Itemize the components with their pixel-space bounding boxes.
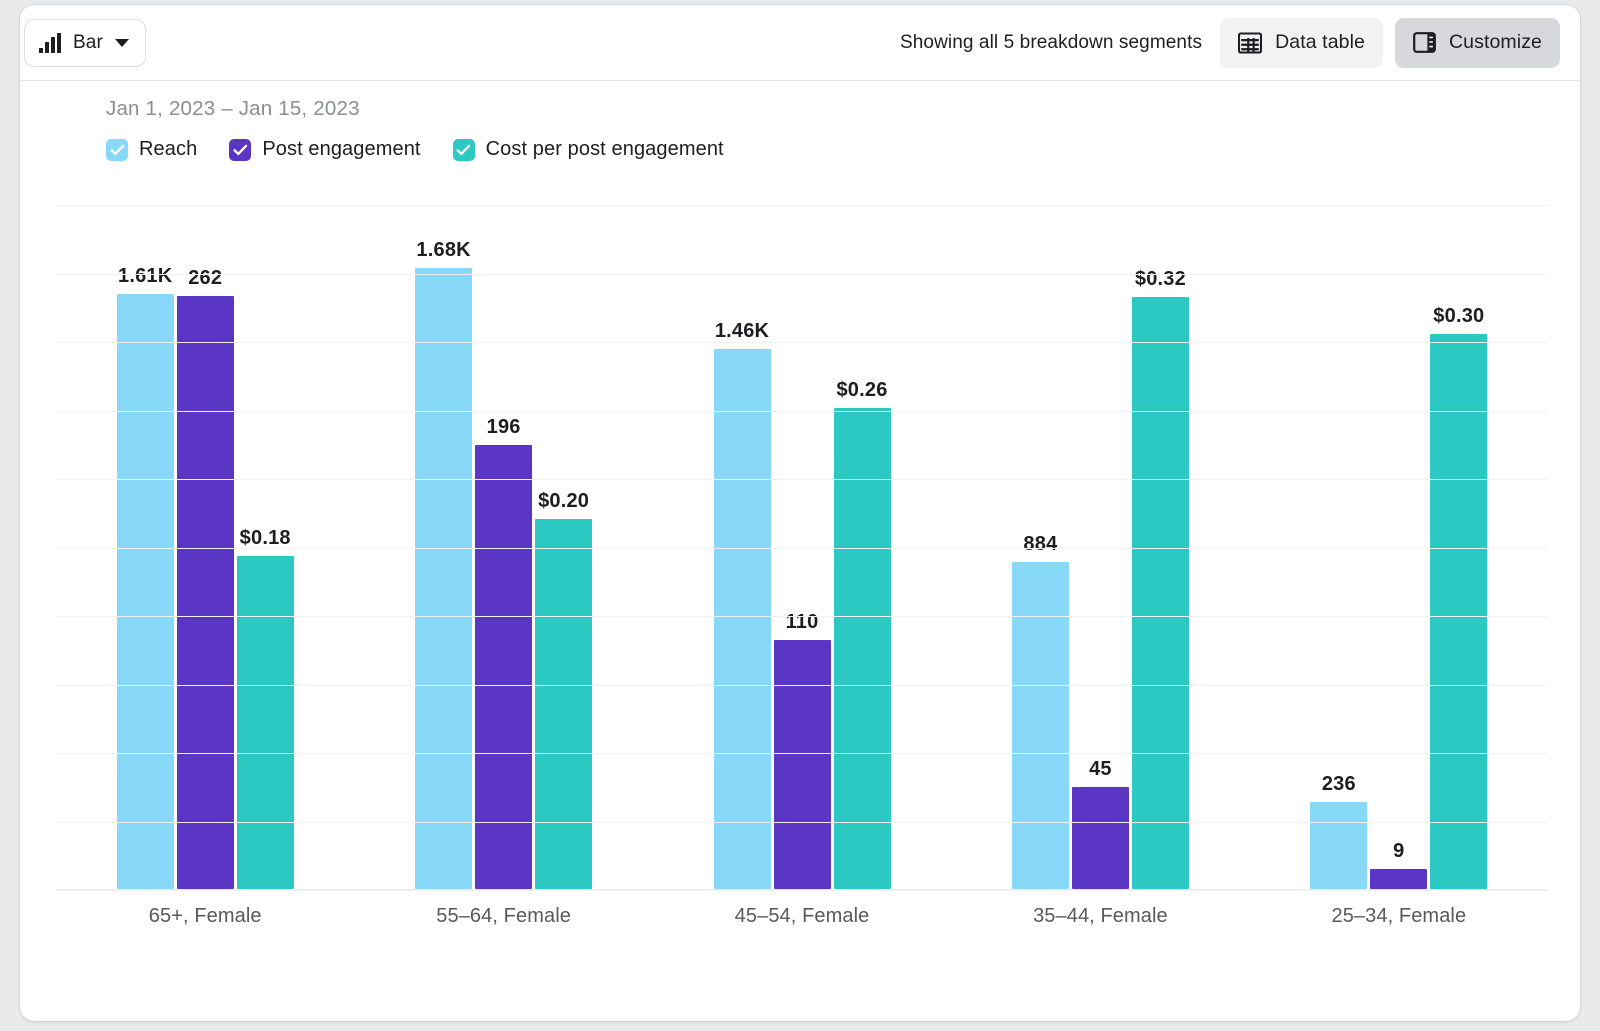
chart-type-selector[interactable]: Bar — [24, 19, 146, 67]
bar[interactable] — [1310, 802, 1367, 889]
bar-value-label: $0.30 — [1433, 305, 1484, 328]
gridline — [56, 274, 1548, 275]
date-range-label: Jan 1, 2023 – Jan 15, 2023 — [106, 97, 724, 121]
x-axis-labels: 65+, Female55–64, Female45–54, Female35–… — [56, 905, 1548, 928]
gridline — [56, 205, 1548, 206]
bar-chart-icon — [39, 33, 61, 53]
chart-header: Jan 1, 2023 – Jan 15, 2023 Reach Post eng… — [106, 97, 724, 161]
x-axis-label: 45–54, Female — [653, 905, 951, 928]
legend-item-reach[interactable]: Reach — [106, 138, 197, 161]
breakdown-segments-status: Showing all 5 breakdown segments — [900, 32, 1202, 54]
panel-layout-icon — [1413, 31, 1436, 54]
x-axis-label: 65+, Female — [56, 905, 354, 928]
chart-toolbar: Bar Showing all 5 breakdown segments — [20, 5, 1580, 80]
bar-value-label: 1.46K — [715, 320, 769, 343]
gridline — [56, 479, 1548, 480]
bar[interactable] — [1012, 562, 1069, 889]
chart-plot-area: 1.61K262$0.181.68K196$0.201.46K110$0.268… — [56, 205, 1548, 890]
gridline — [56, 753, 1548, 754]
bar-value-label: $0.26 — [836, 379, 887, 402]
bar[interactable] — [714, 349, 771, 889]
bar-value-label: 196 — [487, 416, 521, 439]
bar[interactable] — [1132, 297, 1189, 889]
x-axis-label: 55–64, Female — [354, 905, 652, 928]
bar-value-label: $0.32 — [1135, 268, 1186, 291]
gridline — [56, 548, 1548, 549]
customize-button[interactable]: Customize — [1395, 18, 1560, 68]
bar[interactable] — [1370, 869, 1427, 889]
legend-label: Cost per post engagement — [486, 138, 724, 161]
bar-value-label: 1.68K — [416, 239, 470, 262]
chevron-down-icon — [115, 39, 129, 47]
gridline — [56, 616, 1548, 617]
bar-value-label: 884 — [1023, 533, 1057, 556]
gridline — [56, 411, 1548, 412]
bar[interactable] — [834, 408, 891, 889]
x-axis-label: 35–44, Female — [951, 905, 1249, 928]
bar[interactable] — [415, 268, 472, 889]
customize-label: Customize — [1449, 31, 1542, 54]
legend-checkbox-icon[interactable] — [106, 139, 128, 161]
bar-value-label: 1.61K — [118, 265, 172, 288]
legend-item-post-engagement[interactable]: Post engagement — [229, 138, 420, 161]
gridline — [56, 890, 1548, 891]
legend-label: Post engagement — [262, 138, 420, 161]
bar[interactable] — [177, 296, 234, 889]
x-axis-label: 25–34, Female — [1250, 905, 1548, 928]
bar[interactable] — [1430, 334, 1487, 889]
bar[interactable] — [774, 640, 831, 889]
bar-value-label: 236 — [1322, 773, 1356, 796]
bar[interactable] — [1072, 787, 1129, 889]
data-table-button[interactable]: Data table — [1220, 18, 1383, 68]
gridline — [56, 685, 1548, 686]
bar[interactable] — [535, 519, 592, 889]
bar-value-label: 110 — [786, 611, 819, 634]
gridline — [56, 342, 1548, 343]
toolbar-actions: Showing all 5 breakdown segments Data ta… — [900, 18, 1560, 68]
chart-card: Bar Showing all 5 breakdown segments — [20, 5, 1580, 1021]
gridline — [56, 822, 1548, 823]
bar-value-label: 45 — [1089, 758, 1112, 781]
bar-value-label: 262 — [188, 267, 222, 290]
bar-value-label: $0.20 — [538, 490, 589, 513]
legend-label: Reach — [139, 138, 197, 161]
legend-item-cost-per-post-engagement[interactable]: Cost per post engagement — [453, 138, 724, 161]
bar[interactable] — [237, 556, 294, 889]
data-table-label: Data table — [1275, 31, 1365, 54]
toolbar-divider — [20, 80, 1580, 81]
bar[interactable] — [117, 294, 174, 889]
bar-value-label: 9 — [1393, 840, 1404, 863]
chart-legend: Reach Post engagement Cost per post engage… — [106, 138, 724, 161]
chart-type-label: Bar — [73, 32, 103, 54]
legend-checkbox-icon[interactable] — [453, 139, 475, 161]
legend-checkbox-icon[interactable] — [229, 139, 251, 161]
table-grid-icon — [1238, 32, 1262, 54]
